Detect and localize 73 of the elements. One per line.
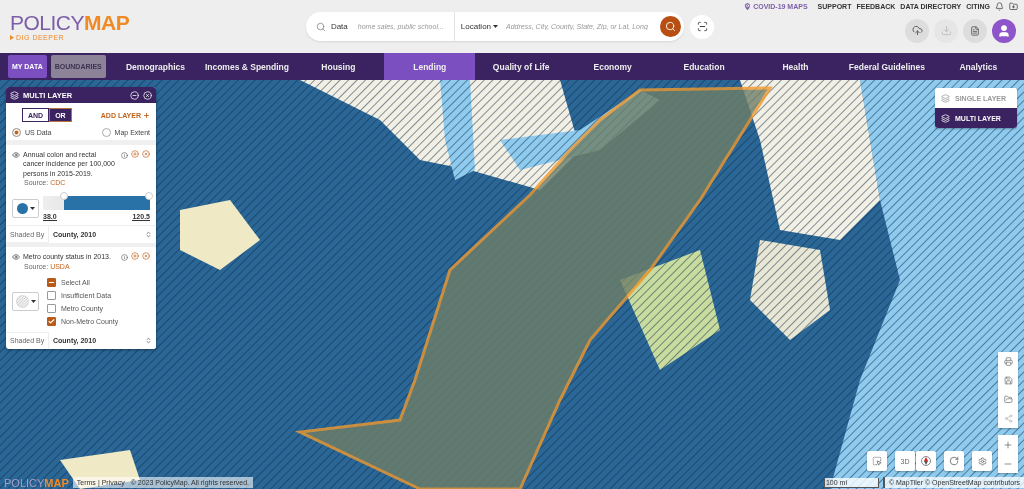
- remove-icon[interactable]: [142, 252, 150, 261]
- nav-tab[interactable]: Health: [749, 53, 842, 80]
- download-button[interactable]: [934, 18, 958, 43]
- caret-icon: [30, 300, 36, 304]
- zoom-out-button[interactable]: [998, 454, 1018, 473]
- data-label: Data: [330, 22, 348, 31]
- area-select-button[interactable]: [690, 14, 714, 39]
- location-dropdown[interactable]: Location: [460, 22, 499, 31]
- document-icon: [970, 25, 980, 36]
- minimize-icon[interactable]: [130, 90, 139, 100]
- layers-icon: [941, 113, 950, 123]
- remove-icon[interactable]: [142, 150, 150, 158]
- info-icon[interactable]: [121, 152, 128, 159]
- slider-handle[interactable]: [145, 192, 153, 201]
- add-icon[interactable]: [131, 252, 139, 261]
- profile-avatar[interactable]: [992, 18, 1016, 43]
- map-pin-icon: [743, 2, 753, 11]
- nav-tab[interactable]: Demographics: [109, 53, 202, 80]
- nav-tab[interactable]: Analytics: [932, 53, 1024, 80]
- search-button[interactable]: [660, 16, 681, 37]
- report-button[interactable]: [963, 18, 987, 43]
- nav-tab[interactable]: Quality of Life: [475, 53, 567, 80]
- rotate-button[interactable]: [944, 451, 964, 471]
- user-icon: [997, 23, 1011, 38]
- triangle-icon: [10, 35, 14, 40]
- plus-icon: [143, 111, 150, 119]
- check-icon: [48, 317, 55, 325]
- cloud-upload-icon: [911, 25, 923, 36]
- nav-tab[interactable]: Lending: [384, 53, 476, 80]
- printer-icon: [1003, 357, 1013, 366]
- rotate-icon: [949, 456, 959, 466]
- upload-button[interactable]: [905, 18, 929, 43]
- eye-icon[interactable]: [12, 253, 20, 262]
- nav-tab[interactable]: Federal Guidelines: [841, 53, 933, 80]
- select-tool-button[interactable]: [867, 451, 887, 471]
- nav-tab[interactable]: Incomes & Spending: [201, 53, 293, 80]
- policymap-logo: POLICYMAP: [4, 476, 69, 489]
- hatch-swatch-icon: [15, 295, 29, 309]
- pointer-select-icon: [872, 456, 882, 466]
- close-icon[interactable]: [143, 90, 152, 100]
- save-icon: [1003, 376, 1013, 385]
- nav-tab[interactable]: Housing: [292, 53, 385, 80]
- slider-handle[interactable]: [60, 192, 69, 201]
- pattern-dropdown[interactable]: [12, 292, 39, 312]
- share-icon: [1003, 414, 1013, 423]
- caret-icon: [29, 207, 35, 211]
- nav-tab[interactable]: Economy: [566, 53, 659, 80]
- download-icon: [940, 25, 952, 36]
- settings-button[interactable]: [972, 451, 992, 471]
- folder-icon: [1003, 395, 1013, 404]
- sort-arrows-icon: [145, 230, 152, 238]
- layers-icon: [941, 93, 950, 103]
- zoom-in-button[interactable]: [998, 435, 1018, 454]
- info-icon[interactable]: [121, 254, 128, 262]
- folder-icon[interactable]: [1009, 2, 1018, 11]
- settings-icon: [977, 456, 987, 466]
- nav-tab[interactable]: Education: [658, 53, 750, 80]
- scan-icon: [696, 21, 708, 32]
- compass-button[interactable]: [916, 451, 936, 471]
- share-button[interactable]: [998, 409, 1018, 428]
- add-icon[interactable]: [131, 150, 139, 158]
- sort-arrows-icon: [145, 337, 152, 345]
- eye-icon[interactable]: [12, 151, 20, 159]
- color-dropdown[interactable]: [12, 199, 39, 219]
- plus-icon: [1003, 439, 1013, 450]
- search-icon: [316, 21, 326, 32]
- layers-icon: [10, 90, 19, 100]
- policymap-logo: POLICYMAP: [10, 12, 131, 33]
- bell-icon[interactable]: [995, 2, 1004, 11]
- search-icon: [665, 21, 677, 32]
- compass-icon: [921, 456, 931, 466]
- print-button[interactable]: [998, 352, 1018, 371]
- caret-icon: [493, 25, 499, 28]
